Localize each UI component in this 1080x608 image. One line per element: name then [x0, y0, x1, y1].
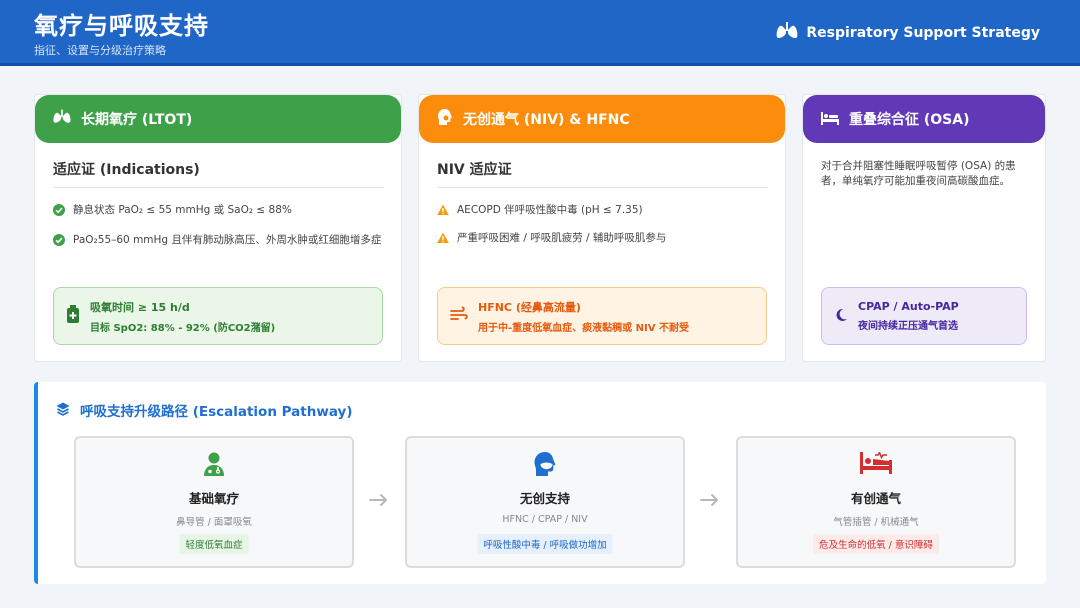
wind-icon	[450, 306, 468, 326]
indication-text: 严重呼吸困难 / 呼吸肌疲劳 / 辅助呼吸肌参与	[457, 232, 667, 244]
osa-card: 重叠综合征 (OSA) 对于合并阻塞性睡眠呼吸暂停 (OSA) 的患者，单纯氧疗…	[802, 94, 1046, 362]
niv-card-header: 无创通气 (NIV) & HFNC	[419, 95, 785, 143]
pathway-title: 呼吸支持升级路径 (Escalation Pathway)	[80, 404, 353, 420]
niv-section-title: NIV 适应证	[437, 159, 767, 188]
doctor-icon	[203, 452, 225, 480]
list-item: 严重呼吸困难 / 呼吸肌疲劳 / 辅助呼吸肌参与	[437, 231, 767, 249]
head-mask-icon	[533, 452, 557, 480]
ltot-section-title: 适应证 (Indications)	[53, 159, 383, 188]
pathway-step-noninvasive: 无创支持 HFNC / CPAP / NIV 呼吸性酸中毒 / 呼吸做功增加	[405, 436, 685, 568]
callout-line1: HFNC (经鼻高流量)	[478, 300, 581, 314]
ltot-callout: 吸氧时间 ≥ 15 h/d 目标 SpO2: 88% - 92% (防CO2潴留…	[53, 287, 383, 345]
pathway-step-basic-oxygen: 基础氧疗 鼻导管 / 面罩吸氧 轻度低氧血症	[74, 436, 354, 568]
moon-icon	[834, 307, 848, 326]
callout-line2: 用于中-重度低氧血症、痰液黏稠或 NIV 不耐受	[478, 322, 689, 334]
niv-callout: HFNC (经鼻高流量) 用于中-重度低氧血症、痰液黏稠或 NIV 不耐受	[437, 287, 767, 345]
osa-callout: CPAP / Auto-PAP 夜间持续正压通气首选	[821, 287, 1027, 345]
step-desc: 鼻导管 / 面罩吸氧	[176, 517, 252, 528]
osa-card-title: 重叠综合征 (OSA)	[849, 112, 970, 128]
callout-line2: 目标 SpO2: 88% - 92% (防CO2潴留)	[90, 322, 276, 334]
arrow-right-icon	[368, 492, 390, 511]
step-desc: HFNC / CPAP / NIV	[502, 514, 588, 525]
header-bar: 氧疗与呼吸支持 指征、设置与分级治疗策略 Respiratory Support…	[0, 0, 1080, 66]
check-circle-icon	[53, 234, 65, 251]
indication-text: PaO₂55–60 mmHg 且伴有肺动脉高压、外周水肿或红细胞增多症	[73, 234, 382, 246]
step-desc: 气管插管 / 机械通气	[833, 517, 919, 528]
page-subtitle: 指征、设置与分级治疗策略	[34, 44, 166, 57]
step-tag: 呼吸性酸中毒 / 呼吸做功增加	[477, 534, 613, 554]
check-circle-icon	[53, 204, 65, 221]
step-name: 有创通气	[850, 491, 901, 506]
pathway-header: 呼吸支持升级路径 (Escalation Pathway)	[56, 400, 353, 420]
hospital-bed-icon	[860, 450, 892, 478]
warning-icon	[437, 204, 449, 221]
callout-line1: 吸氧时间 ≥ 15 h/d	[90, 300, 190, 314]
indication-text: 静息状态 PaO₂ ≤ 55 mmHg 或 SaO₂ ≤ 88%	[73, 204, 292, 216]
step-tag: 危及生命的低氧 / 意识障碍	[813, 534, 939, 554]
brand-text: Respiratory Support Strategy	[806, 25, 1040, 41]
osa-description: 对于合并阻塞性睡眠呼吸暂停 (OSA) 的患者，单纯氧疗可能加重夜间高碳酸血症。	[821, 160, 1016, 187]
niv-card: 无创通气 (NIV) & HFNC NIV 适应证 AECOPD 伴呼吸性酸中毒…	[418, 94, 786, 362]
lungs-icon	[776, 22, 798, 44]
step-name: 无创支持	[519, 491, 570, 506]
step-tag: 轻度低氧血症	[179, 534, 249, 554]
brand: Respiratory Support Strategy	[776, 22, 1040, 44]
warning-icon	[437, 232, 449, 249]
oxygen-tank-icon	[66, 305, 80, 327]
callout-line2: 夜间持续正压通气首选	[858, 321, 958, 332]
head-mask-icon	[437, 109, 453, 129]
lungs-icon	[53, 109, 71, 129]
page-title: 氧疗与呼吸支持	[34, 12, 209, 40]
ltot-card-title: 长期氧疗 (LTOT)	[81, 112, 193, 128]
ltot-card: 长期氧疗 (LTOT) 适应证 (Indications) 静息状态 PaO₂ …	[34, 94, 402, 362]
list-item: AECOPD 伴呼吸性酸中毒 (pH ≤ 7.35)	[437, 203, 767, 221]
list-item: 静息状态 PaO₂ ≤ 55 mmHg 或 SaO₂ ≤ 88%	[53, 203, 383, 221]
layers-icon	[56, 401, 70, 420]
indication-text: AECOPD 伴呼吸性酸中毒 (pH ≤ 7.35)	[457, 204, 643, 216]
escalation-pathway: 呼吸支持升级路径 (Escalation Pathway) 基础氧疗 鼻导管 /…	[34, 382, 1046, 584]
pathway-step-invasive: 有创通气 气管插管 / 机械通气 危及生命的低氧 / 意识障碍	[736, 436, 1016, 568]
step-name: 基础氧疗	[188, 491, 239, 506]
osa-card-header: 重叠综合征 (OSA)	[803, 95, 1045, 143]
arrow-right-icon	[699, 492, 721, 511]
niv-card-title: 无创通气 (NIV) & HFNC	[463, 112, 630, 128]
bed-icon	[821, 110, 839, 129]
callout-line1: CPAP / Auto-PAP	[858, 300, 959, 313]
list-item: PaO₂55–60 mmHg 且伴有肺动脉高压、外周水肿或红细胞增多症	[53, 233, 383, 251]
ltot-card-header: 长期氧疗 (LTOT)	[35, 95, 401, 143]
